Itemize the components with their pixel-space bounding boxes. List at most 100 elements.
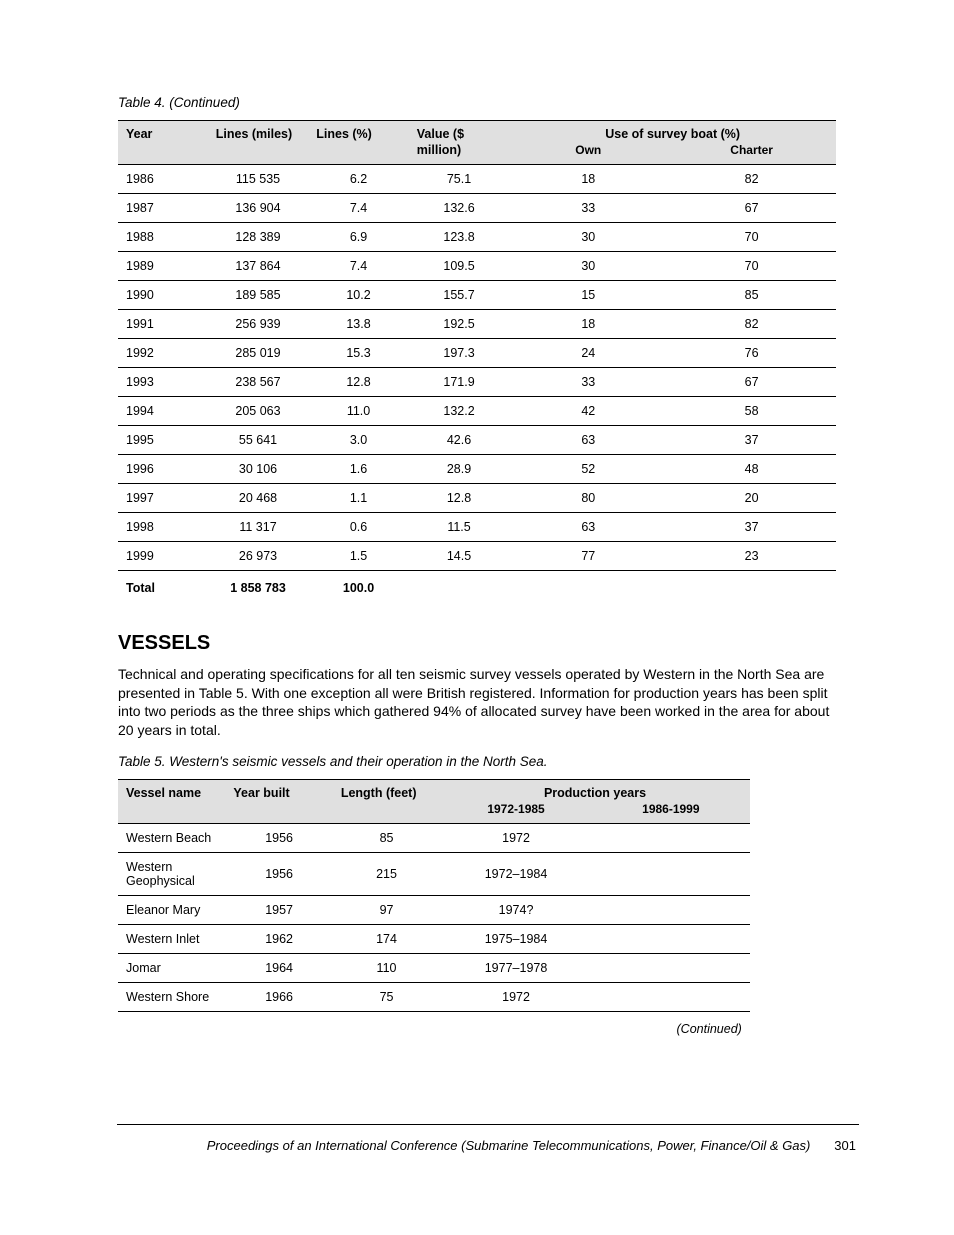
th-lines-pct: Lines (%) bbox=[308, 121, 409, 165]
cell: 1987 bbox=[118, 193, 208, 222]
cell: 30 bbox=[509, 222, 667, 251]
cell bbox=[592, 982, 750, 1011]
cell: 30 bbox=[509, 251, 667, 280]
cell: 33 bbox=[509, 367, 667, 396]
table-row: 199720 4681.112.88020 bbox=[118, 483, 836, 512]
cell: 197.3 bbox=[409, 338, 510, 367]
cell: 155.7 bbox=[409, 280, 510, 309]
cell: 80 bbox=[509, 483, 667, 512]
cell: 26 973 bbox=[208, 541, 309, 570]
th-group: Use of survey boat (%) bbox=[509, 121, 836, 143]
cell: 33 bbox=[509, 193, 667, 222]
table2-caption: Table 5. Western's seismic vessels and t… bbox=[118, 754, 836, 769]
table-row: 199630 1061.628.95248 bbox=[118, 454, 836, 483]
cell: 1977–1978 bbox=[440, 953, 592, 982]
cell: 70 bbox=[667, 251, 836, 280]
table-row: Western Geophysical19562151972–1984 bbox=[118, 852, 750, 895]
table-row: Western Inlet19621741975–1984 bbox=[118, 924, 750, 953]
cell: 85 bbox=[333, 823, 440, 852]
cell: Western Geophysical bbox=[118, 852, 225, 895]
cell: 109.5 bbox=[409, 251, 510, 280]
cell: 100.0 bbox=[308, 570, 409, 602]
table-row: Jomar19641101977–1978 bbox=[118, 953, 750, 982]
cell: 110 bbox=[333, 953, 440, 982]
cell: Western Inlet bbox=[118, 924, 225, 953]
table2: Vessel name Year built Length (feet) Pro… bbox=[118, 779, 750, 1043]
cell: 1996 bbox=[118, 454, 208, 483]
th-lines-miles: Lines (miles) bbox=[208, 121, 309, 165]
table-row: 1987136 9047.4132.63367 bbox=[118, 193, 836, 222]
table-row: 1988128 3896.9123.83070 bbox=[118, 222, 836, 251]
cell: 42 bbox=[509, 396, 667, 425]
cell: 63 bbox=[509, 512, 667, 541]
cell: 97 bbox=[333, 895, 440, 924]
cell: 215 bbox=[333, 852, 440, 895]
th-value: Value ($ million) bbox=[409, 121, 510, 165]
cell: 67 bbox=[667, 193, 836, 222]
th-charter: Charter bbox=[667, 143, 836, 165]
cell: 1966 bbox=[225, 982, 332, 1011]
cell: 192.5 bbox=[409, 309, 510, 338]
cell: 14.5 bbox=[409, 541, 510, 570]
cell: 1999 bbox=[118, 541, 208, 570]
cell: 285 019 bbox=[208, 338, 309, 367]
cell: 12.8 bbox=[308, 367, 409, 396]
cell: 67 bbox=[667, 367, 836, 396]
cell: 12.8 bbox=[409, 483, 510, 512]
cell: 11.5 bbox=[409, 512, 510, 541]
table-row: 1994205 06311.0132.24258 bbox=[118, 396, 836, 425]
cell bbox=[667, 570, 836, 602]
cell bbox=[592, 895, 750, 924]
cell: 1.1 bbox=[308, 483, 409, 512]
cell: 18 bbox=[509, 164, 667, 193]
footer: Proceedings of an International Conferen… bbox=[118, 1138, 856, 1153]
cell: 3.0 bbox=[308, 425, 409, 454]
cell bbox=[592, 823, 750, 852]
cell bbox=[592, 924, 750, 953]
table-row: 1991256 93913.8192.51882 bbox=[118, 309, 836, 338]
cell: 63 bbox=[509, 425, 667, 454]
cell: 128 389 bbox=[208, 222, 309, 251]
table-row: 1992285 01915.3197.32476 bbox=[118, 338, 836, 367]
cell: 1974? bbox=[440, 895, 592, 924]
cell: 132.2 bbox=[409, 396, 510, 425]
table-row-total: Total1 858 783100.0 bbox=[118, 570, 836, 602]
cell: 174 bbox=[333, 924, 440, 953]
cell: 13.8 bbox=[308, 309, 409, 338]
cell: Eleanor Mary bbox=[118, 895, 225, 924]
th-year: Year bbox=[118, 121, 208, 165]
section-title: VESSELS bbox=[118, 632, 836, 655]
th-prod-group: Production years bbox=[440, 780, 750, 802]
cell: Western Beach bbox=[118, 823, 225, 852]
table-row: 1990189 58510.2155.71585 bbox=[118, 280, 836, 309]
table1: Year Lines (miles) Lines (%) Value ($ mi… bbox=[118, 120, 836, 602]
cell: 15 bbox=[509, 280, 667, 309]
cell: 189 585 bbox=[208, 280, 309, 309]
cell: 77 bbox=[509, 541, 667, 570]
cell: Jomar bbox=[118, 953, 225, 982]
table-row: Eleanor Mary1957971974? bbox=[118, 895, 750, 924]
cell: 1988 bbox=[118, 222, 208, 251]
cell: 42.6 bbox=[409, 425, 510, 454]
cell: 58 bbox=[667, 396, 836, 425]
cell: Western Shore bbox=[118, 982, 225, 1011]
cell: 24 bbox=[509, 338, 667, 367]
cell: 205 063 bbox=[208, 396, 309, 425]
table-row-continued: (Continued) bbox=[118, 1011, 750, 1043]
table-row: 1993238 56712.8171.93367 bbox=[118, 367, 836, 396]
cell: 7.4 bbox=[308, 251, 409, 280]
cell: 1992 bbox=[118, 338, 208, 367]
cell: 123.8 bbox=[409, 222, 510, 251]
cell: 1964 bbox=[225, 953, 332, 982]
cell: 1957 bbox=[225, 895, 332, 924]
cell: 1975–1984 bbox=[440, 924, 592, 953]
cell bbox=[592, 953, 750, 982]
footer-text: Proceedings of an International Conferen… bbox=[207, 1138, 811, 1153]
cell: 82 bbox=[667, 309, 836, 338]
cell: Total bbox=[118, 570, 208, 602]
cell: 11.0 bbox=[308, 396, 409, 425]
th-8699: 1986-1999 bbox=[592, 802, 750, 824]
th-vessel: Vessel name bbox=[118, 780, 225, 824]
cell: 37 bbox=[667, 425, 836, 454]
cell: 1972–1984 bbox=[440, 852, 592, 895]
